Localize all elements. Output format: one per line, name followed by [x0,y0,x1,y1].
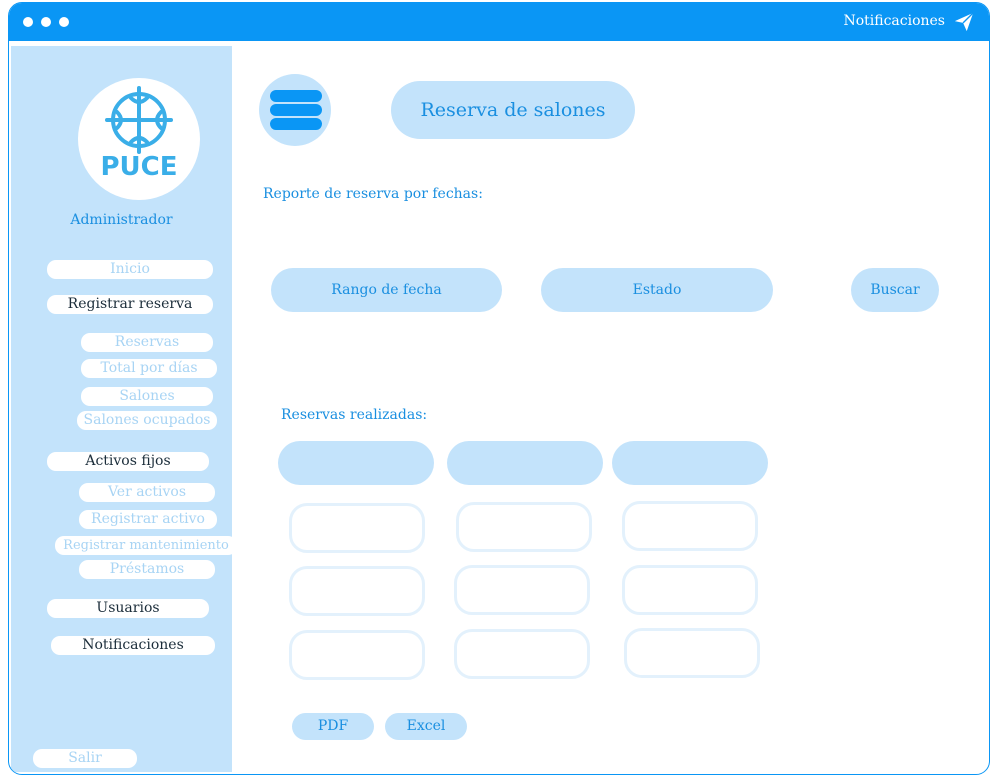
logout-button[interactable]: Salir [33,749,137,768]
table-cell [624,628,760,678]
table-label: Reservas realizadas: [281,407,428,423]
sidebar: PUCE Administrador Inicio Registrar rese… [11,46,237,772]
window-dot-icon [59,17,69,27]
menu-icon [270,90,322,102]
table-cell [456,502,592,552]
sidebar-item-usuarios[interactable]: Usuarios [47,599,209,618]
logo-text: PUCE [100,152,178,182]
table-cell [622,565,758,615]
table-header-cell [447,441,603,485]
sidebar-item-total-por-dias[interactable]: Total por días [81,359,217,378]
user-role: Administrador [70,212,173,228]
status-filter[interactable]: Estado [541,268,773,312]
sidebar-item-reservas[interactable]: Reservas [81,333,213,352]
sidebar-item-registrar-activo[interactable]: Registrar activo [79,510,217,529]
table-cell [289,566,425,616]
sidebar-item-notificaciones[interactable]: Notificaciones [51,636,215,655]
menu-icon-bar [270,118,322,130]
report-label: Reporte de reserva por fechas: [263,186,483,202]
notifications-link[interactable]: Notificaciones [843,13,945,29]
table-cell [289,630,425,680]
date-range-filter[interactable]: Rango de fecha [271,268,502,312]
window-dot-icon [41,17,51,27]
sidebar-item-registrar-mantenimiento[interactable]: Registrar mantenimiento [55,536,237,555]
menu-icon-bar [270,104,322,116]
sidebar-item-registrar-reserva[interactable]: Registrar reserva [47,295,213,314]
sidebar-item-inicio[interactable]: Inicio [47,260,213,279]
table-cell [622,501,758,551]
title-bar: Notificaciones [9,3,989,41]
table-cell [454,565,590,615]
sidebar-item-prestamos[interactable]: Préstamos [79,560,215,579]
cross-emblem-icon [105,86,173,154]
excel-button[interactable]: Excel [385,713,467,740]
sidebar-item-salones-ocupados[interactable]: Salones ocupados [77,411,217,430]
app-window: Notificaciones PUCE Administrador Inicio… [8,2,990,775]
table-header-cell [278,441,434,485]
table-cell [454,629,590,679]
sidebar-item-activos-fijos[interactable]: Activos fijos [47,452,209,471]
puce-logo: PUCE [78,78,200,200]
window-dot-icon [23,17,33,27]
search-button[interactable]: Buscar [851,268,939,312]
hamburger-menu-button[interactable] [259,74,331,146]
sidebar-item-ver-activos[interactable]: Ver activos [79,483,215,502]
paper-plane-icon[interactable] [953,11,975,33]
table-header-cell [612,441,768,485]
table-cell [289,503,425,553]
pdf-button[interactable]: PDF [292,713,374,740]
page-title: Reserva de salones [391,81,635,139]
sidebar-item-salones[interactable]: Salones [81,387,213,406]
